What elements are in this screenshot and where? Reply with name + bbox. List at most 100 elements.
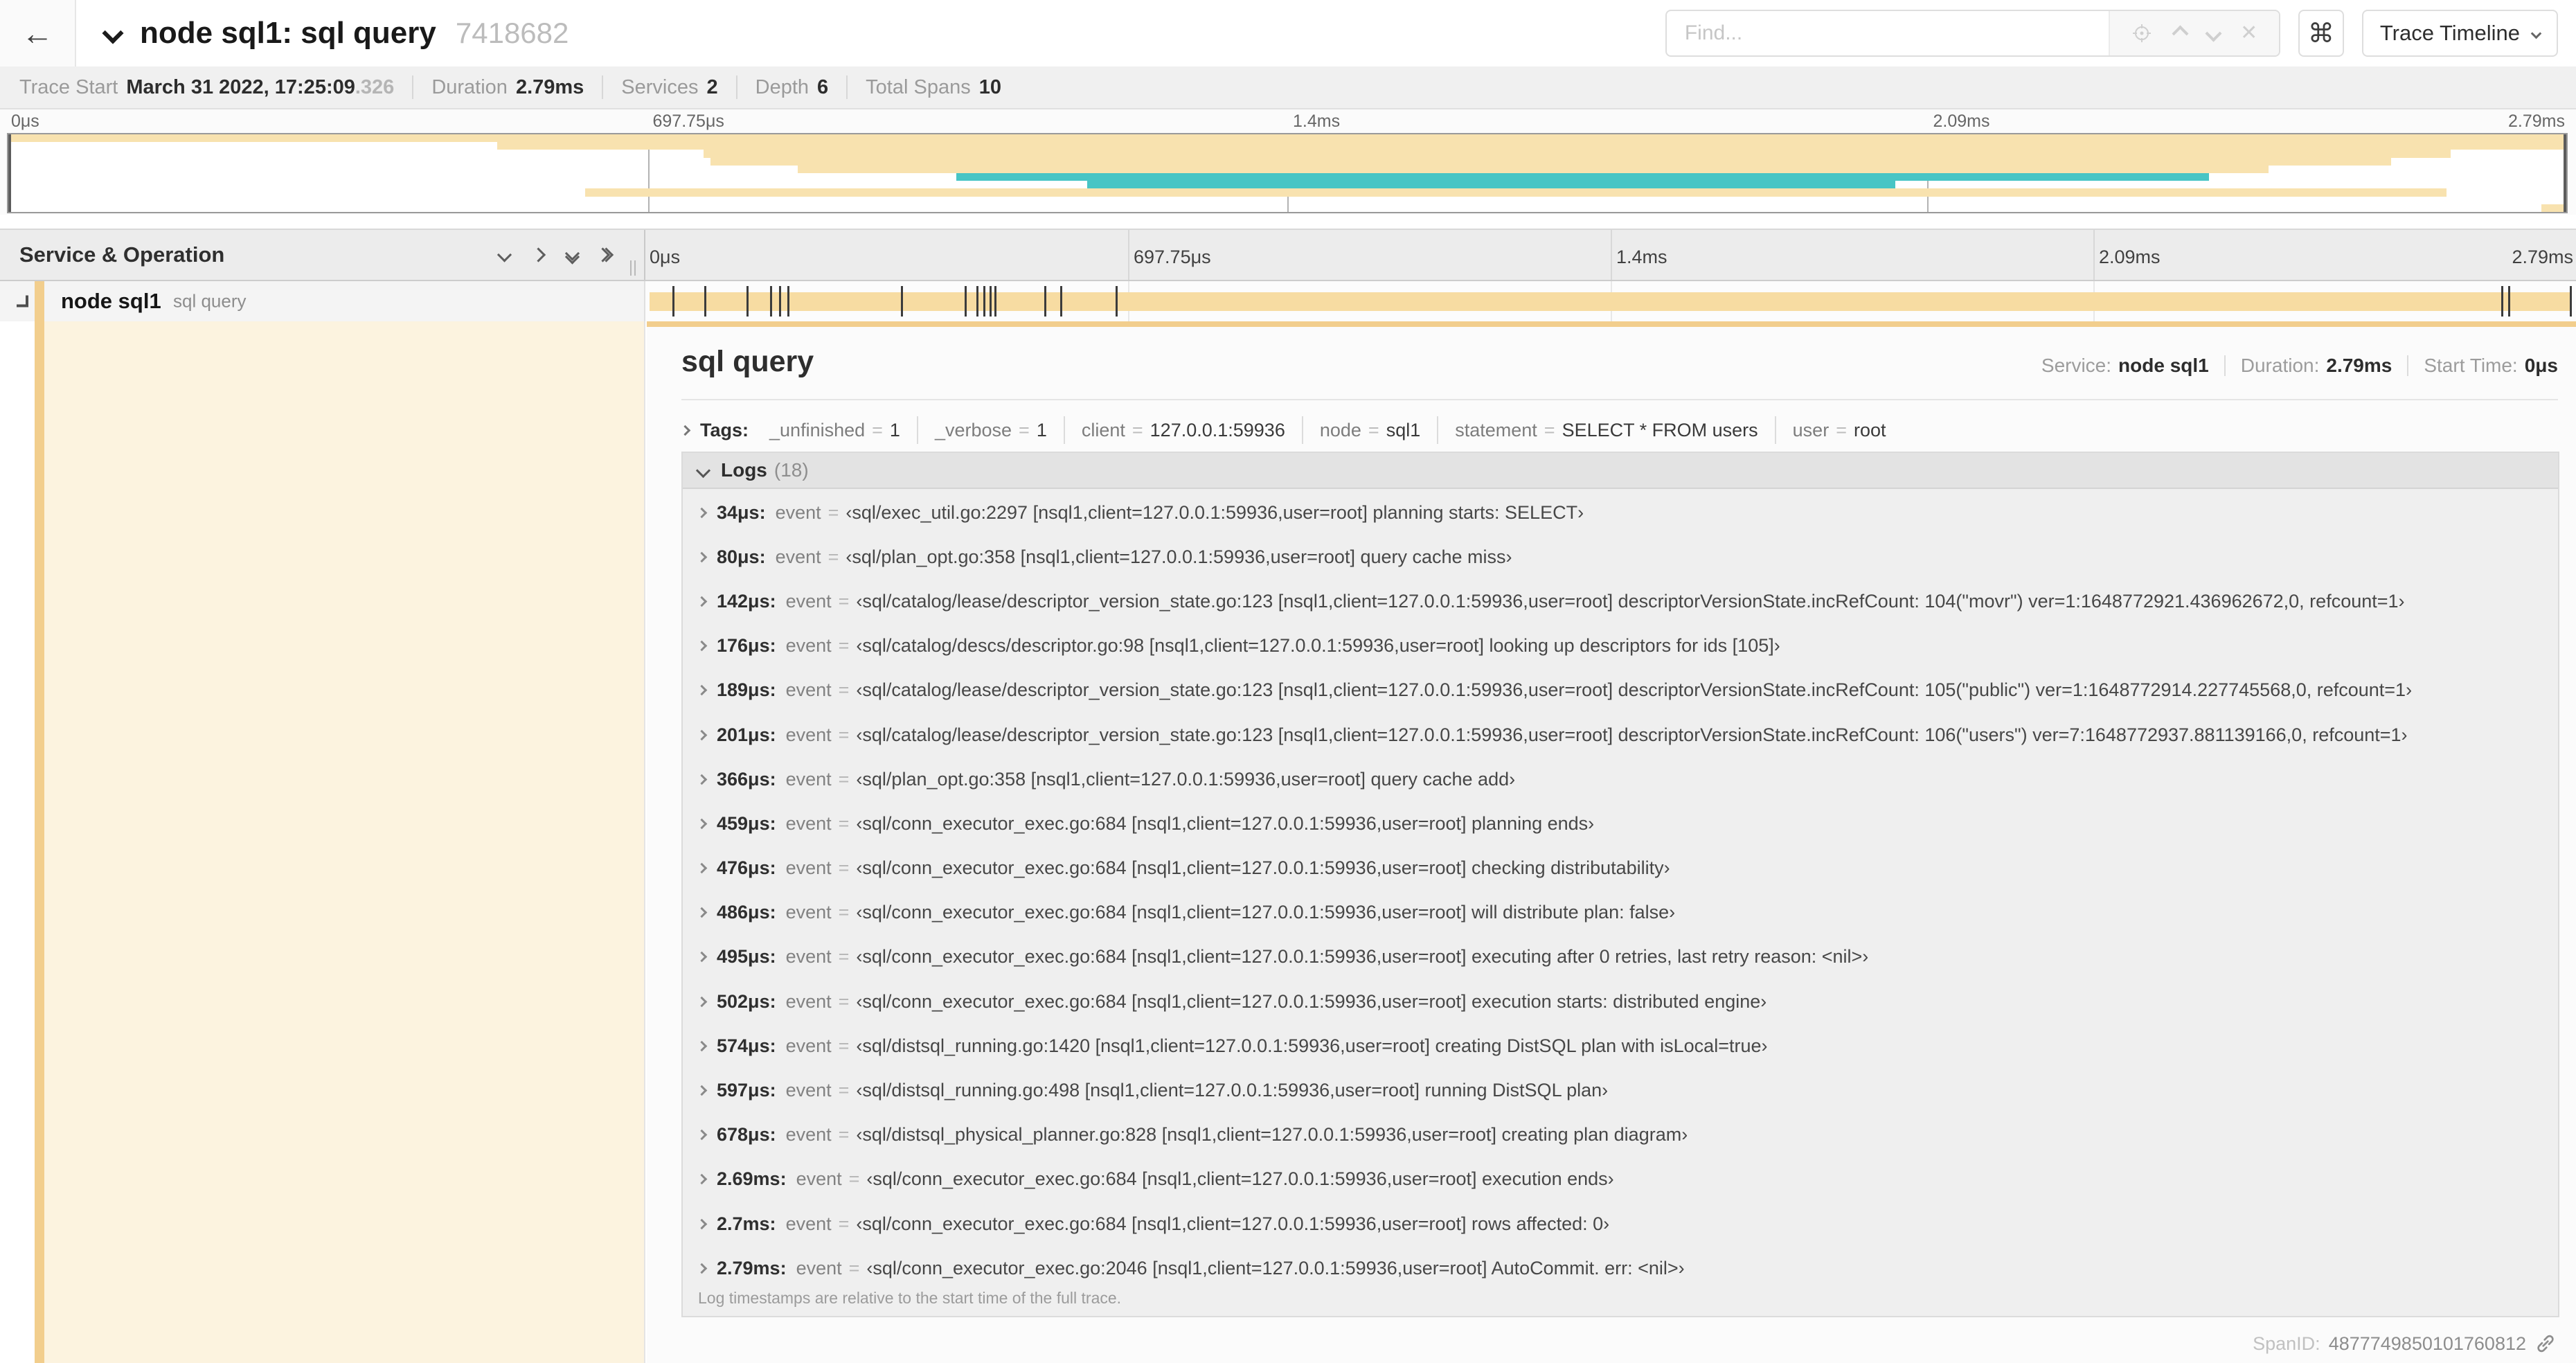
separator — [1063, 416, 1065, 444]
trace-info-value: 2.79ms — [515, 75, 584, 98]
collapse-trace-chevron-icon[interactable] — [102, 22, 124, 44]
log-expand-chevron-icon — [696, 862, 708, 874]
log-field-value: ‹sql/conn_executor_exec.go:684 [nsql1,cl… — [856, 812, 1595, 834]
log-entry[interactable]: 495μs: event = ‹sql/conn_executor_exec.go:6… — [683, 935, 2558, 979]
log-entry[interactable]: 176μs: event = ‹sql/catalog/descs/descripto… — [683, 624, 2558, 668]
log-entry[interactable]: 678μs: event = ‹sql/distsql_physical_planne… — [683, 1113, 2558, 1157]
minimap-canvas[interactable] — [7, 133, 2568, 213]
log-marker-tick — [1059, 286, 1062, 317]
separator — [735, 75, 737, 99]
trace-info-item: Total Spans 10 — [866, 76, 1001, 99]
span-detail-area: sql query Service: node sql1 Duration: 2.79… — [0, 321, 2576, 1363]
find-input[interactable] — [1666, 11, 2109, 55]
tags-row[interactable]: Tags: _unfinished = 1 _verbose = 1 client = 127.0… — [679, 411, 2558, 449]
collapse-one-icon[interactable] — [497, 247, 512, 262]
find-prev-icon[interactable] — [2172, 24, 2189, 42]
log-entry[interactable]: 34μs: event = ‹sql/exec_util.go:2297 [nsql1… — [683, 490, 2558, 535]
tag-value: root — [1853, 419, 1886, 440]
top-bar-actions: ✕ ⌘ Trace Timeline — [1665, 10, 2558, 57]
log-entry[interactable]: 142μs: event = ‹sql/catalog/lease/descripto… — [683, 579, 2558, 623]
expand-one-icon[interactable] — [530, 247, 546, 262]
span-id-row: SpanID: 4877749850101760812 — [2253, 1333, 2557, 1355]
span-color-stripe — [35, 281, 44, 321]
log-equals: = — [838, 1080, 850, 1101]
log-marker-tick — [746, 286, 749, 317]
deep-link-icon[interactable] — [2534, 1333, 2557, 1355]
log-equals: = — [838, 768, 850, 790]
detail-left-column — [0, 321, 645, 1363]
gridline — [1128, 230, 1129, 280]
log-timestamp: 2.69ms: — [717, 1168, 787, 1190]
log-entry[interactable]: 366μs: event = ‹sql/plan_opt.go:358 [nsql1,… — [683, 757, 2558, 801]
span-summary: Service: node sql1 Duration: 2.79ms Start Ti… — [2041, 355, 2558, 377]
span-duration-bar — [650, 292, 2570, 311]
log-entry[interactable]: 2.69ms: event = ‹sql/conn_executor_exec.go:… — [683, 1157, 2558, 1202]
log-entry[interactable]: 574μs: event = ‹sql/distsql_running.go:1420… — [683, 1024, 2558, 1068]
focus-target-icon[interactable] — [2131, 22, 2153, 44]
log-timestamp: 486μs: — [717, 902, 776, 923]
minimap-scrubber-handle-right[interactable] — [2564, 134, 2566, 212]
log-field-key: event — [796, 1257, 842, 1279]
log-equals: = — [848, 1257, 860, 1279]
log-marker-tick — [672, 286, 674, 317]
log-entry[interactable]: 476μs: event = ‹sql/conn_executor_exec.go:6… — [683, 846, 2558, 891]
span-service-name: node sql1 — [61, 289, 161, 313]
log-entry[interactable]: 459μs: event = ‹sql/conn_executor_exec.go:6… — [683, 801, 2558, 846]
log-entry[interactable]: 2.79ms: event = ‹sql/conn_executor_exec.go:… — [683, 1246, 2558, 1290]
log-expand-chevron-icon — [696, 1129, 708, 1141]
timeline-header-row: Service & Operation 0μs 697.75μs 1.4ms 2.09… — [0, 229, 2576, 281]
log-field-value: ‹sql/plan_opt.go:358 [nsql1,client=127.0… — [846, 546, 1512, 567]
log-field-key: event — [785, 590, 832, 612]
span-row-name-cell[interactable]: node sql1 sql query — [0, 281, 645, 321]
collapse-all-icon[interactable] — [564, 245, 580, 265]
span-collapse-chevron-icon[interactable] — [17, 295, 28, 308]
view-selector-button[interactable]: Trace Timeline — [2361, 10, 2558, 57]
log-field-value: ‹sql/conn_executor_exec.go:684 [nsql1,cl… — [856, 857, 1670, 879]
log-equals: = — [838, 902, 850, 923]
log-field-value: ‹sql/catalog/descs/descriptor.go:98 [nsq… — [856, 635, 1780, 657]
log-timestamp: 201μs: — [717, 724, 776, 745]
column-resizer-handle[interactable] — [630, 260, 636, 276]
find-next-icon[interactable] — [2205, 24, 2222, 42]
log-marker-tick — [2507, 286, 2510, 317]
log-timestamp: 574μs: — [717, 1035, 776, 1056]
log-entry[interactable]: 80μs: event = ‹sql/plan_opt.go:358 [nsql1,c… — [683, 535, 2558, 579]
trace-info-value: March 31 2022, 17:25:09 — [126, 75, 355, 98]
log-equals: = — [838, 724, 850, 745]
log-entry[interactable]: 486μs: event = ‹sql/conn_executor_exec.go:6… — [683, 891, 2558, 935]
trace-info-label: Trace Start — [19, 75, 118, 98]
span-id-label: SpanID: — [2253, 1333, 2320, 1354]
separator — [1301, 416, 1303, 444]
view-selector-label: Trace Timeline — [2379, 21, 2520, 45]
find-clear-icon[interactable]: ✕ — [2240, 23, 2257, 44]
tag-key: client — [1081, 419, 1125, 440]
find-group: ✕ — [1665, 10, 2280, 57]
log-entry[interactable]: 2.7ms: event = ‹sql/conn_executor_exec.go:6… — [683, 1202, 2558, 1246]
tag-value: sql1 — [1386, 419, 1421, 440]
log-timestamp: 2.7ms: — [717, 1213, 776, 1234]
log-entry[interactable]: 201μs: event = ‹sql/catalog/lease/descripto… — [683, 713, 2558, 757]
trace-info-item: Depth 6 — [755, 76, 829, 99]
log-expand-chevron-icon — [696, 1218, 708, 1229]
log-expand-chevron-icon — [696, 996, 708, 1007]
keyboard-shortcuts-button[interactable]: ⌘ — [2298, 10, 2344, 57]
summary-label: Start Time: — [2424, 355, 2518, 376]
log-timestamp: 80μs: — [717, 546, 766, 567]
minimap-scrubber-handle-left[interactable] — [8, 134, 11, 212]
log-entry[interactable]: 597μs: event = ‹sql/distsql_running.go:498 … — [683, 1068, 2558, 1112]
logs-section: Logs (18) 34μs: event = ‹sql/exec_util.go:2… — [681, 452, 2559, 1317]
log-field-key: event — [785, 902, 832, 923]
span-row-bar-cell[interactable] — [645, 281, 2576, 321]
minimap-span-bar — [703, 150, 2451, 158]
log-marker-tick — [990, 286, 992, 317]
log-equals: = — [838, 1213, 850, 1234]
logs-header[interactable]: Logs (18) — [683, 453, 2558, 489]
summary-value: 2.79ms — [2326, 355, 2392, 376]
expand-all-icon[interactable] — [595, 247, 614, 262]
log-field-value: ‹sql/exec_util.go:2297 [nsql1,client=127… — [846, 501, 1584, 523]
log-field-value: ‹sql/conn_executor_exec.go:684 [nsql1,cl… — [856, 990, 1767, 1012]
log-entry[interactable]: 189μs: event = ‹sql/catalog/lease/descripto… — [683, 668, 2558, 713]
log-entry[interactable]: 502μs: event = ‹sql/conn_executor_exec.go:6… — [683, 979, 2558, 1024]
back-button[interactable]: ← — [0, 0, 76, 66]
trace-info-label: Total Spans — [866, 75, 971, 98]
